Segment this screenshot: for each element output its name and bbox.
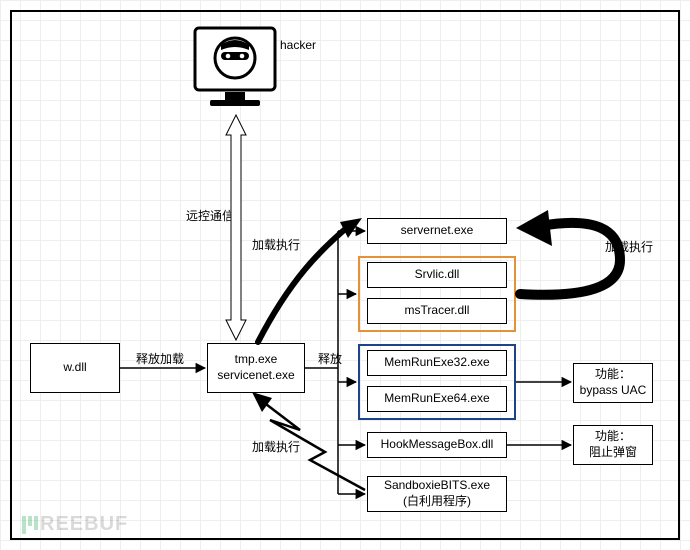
node-mstracer: msTracer.dll (367, 298, 507, 324)
node-block-popup: 功能： 阻止弹窗 (573, 425, 653, 465)
watermark-bars-icon (22, 516, 38, 534)
node-memrun64: MemRunExe64.exe (367, 386, 507, 412)
node-hookmsgbox: HookMessageBox.dll (367, 432, 507, 458)
label-load-exec-right: 加载执行 (605, 238, 653, 255)
node-servernet-text: servernet.exe (401, 223, 474, 239)
node-mstracer-text: msTracer.dll (405, 303, 470, 319)
node-tmpexe-l2: servicenet.exe (217, 368, 294, 384)
node-tmpexe: tmp.exe servicenet.exe (207, 343, 305, 393)
node-bypass-uac: 功能： bypass UAC (573, 363, 653, 403)
node-wdll-text: w.dll (63, 360, 86, 376)
node-memrun32-text: MemRunExe32.exe (384, 355, 489, 371)
node-sandboxie: SandboxieBITS.exe (白利用程序) (367, 476, 507, 512)
node-tmpexe-l1: tmp.exe (235, 352, 278, 368)
node-srvlic: Srvlic.dll (367, 262, 507, 288)
label-load-exec-top: 加载执行 (252, 236, 300, 253)
hacker-label: hacker (280, 38, 316, 52)
node-sandboxie-l1: SandboxieBITS.exe (384, 478, 490, 494)
node-srvlic-text: Srvlic.dll (415, 267, 460, 283)
node-block-text: 功能： 阻止弹窗 (589, 429, 637, 460)
label-release: 释放 (318, 350, 342, 367)
label-remote-ctrl: 远控通信 (186, 207, 234, 224)
node-sandboxie-l2: (白利用程序) (403, 494, 471, 510)
node-memrun32: MemRunExe32.exe (367, 350, 507, 376)
label-load-exec-bottom: 加载执行 (252, 438, 300, 455)
node-servernet: servernet.exe (367, 218, 507, 244)
watermark-text: REEBUF (40, 513, 128, 536)
node-hookmsgbox-text: HookMessageBox.dll (381, 437, 494, 453)
node-bypass-text: 功能： bypass UAC (580, 367, 647, 398)
label-release-load: 释放加载 (136, 350, 184, 367)
watermark: REEBUF (22, 513, 128, 536)
node-memrun64-text: MemRunExe64.exe (384, 391, 489, 407)
node-wdll: w.dll (30, 343, 120, 393)
